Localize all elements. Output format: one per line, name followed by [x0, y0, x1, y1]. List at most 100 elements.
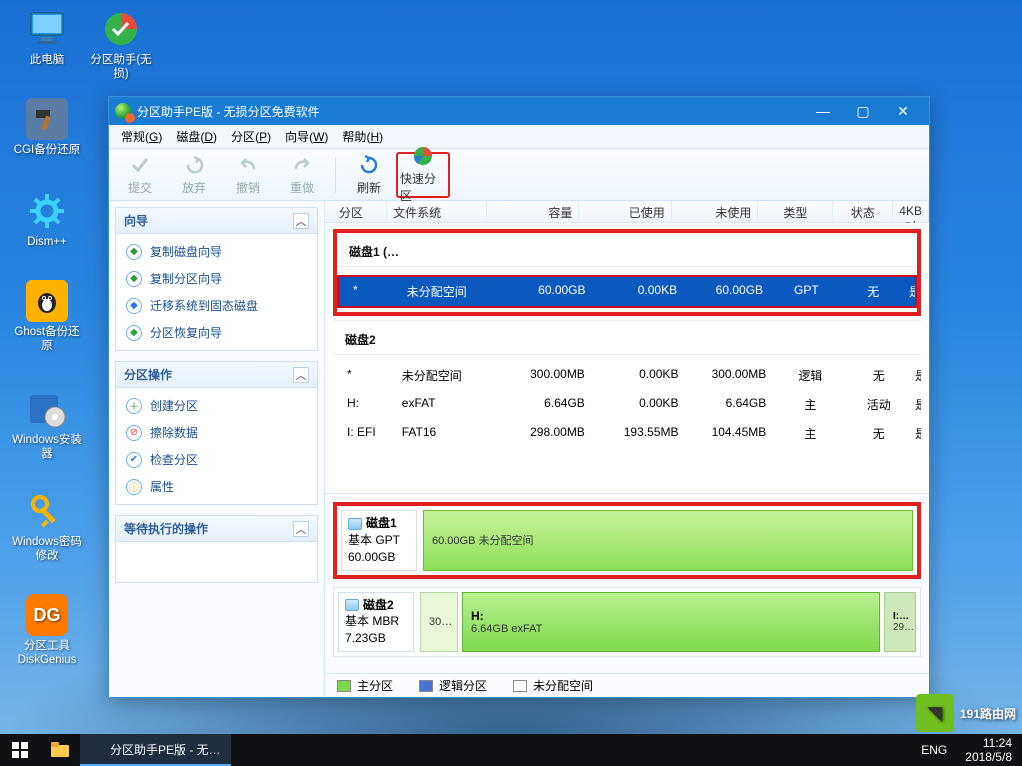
- partition-table-header: 分区 文件系统 容量 已使用 未使用 类型 状态 4KB对齐: [325, 201, 929, 223]
- start-button[interactable]: [0, 734, 40, 766]
- wizard-copy-partition[interactable]: ◆复制分区向导: [116, 265, 317, 292]
- menu-disk[interactable]: 磁盘(D): [170, 126, 223, 147]
- refresh-icon: [358, 154, 380, 176]
- pie-icon: [412, 145, 434, 167]
- col-capacity[interactable]: 容量: [487, 201, 579, 222]
- col-status[interactable]: 状态: [833, 201, 893, 222]
- disk1-group: 磁盘1 (… * 未分配空间 60.00GB 0.00KB 60.00GB GP…: [333, 229, 921, 316]
- taskbar: 分区助手PE版 - 无… ENG 11:24 2018/5/8: [0, 734, 1022, 766]
- ops-panel-header[interactable]: 分区操作︿: [116, 362, 317, 388]
- menu-general[interactable]: 常规(G): [115, 126, 168, 147]
- close-button[interactable]: ✕: [883, 99, 923, 123]
- hammer-icon: [26, 98, 68, 140]
- check-icon: [129, 154, 151, 176]
- pending-panel-header[interactable]: 等待执行的操作︿: [116, 516, 317, 542]
- shield-icon: ◆: [126, 298, 142, 314]
- disk-icon: [348, 518, 362, 530]
- wizard-migrate-ssd[interactable]: ◆迁移系统到固态磁盘: [116, 292, 317, 319]
- wizard-recover[interactable]: ◆分区恢复向导: [116, 319, 317, 346]
- shield-icon: ◆: [126, 244, 142, 260]
- window-title: 分区助手PE版 - 无损分区免费软件: [137, 103, 803, 120]
- disk2-group: 磁盘2 *未分配空间300.00MB0.00KB300.00MB逻辑无是 H:e…: [333, 320, 921, 448]
- wizard-panel-header[interactable]: 向导︿: [116, 208, 317, 234]
- col-partition[interactable]: 分区: [325, 201, 387, 222]
- op-wipe-data[interactable]: ⊘擦除数据: [116, 419, 317, 446]
- pie-check-icon: [100, 8, 142, 50]
- wizard-copy-disk[interactable]: ◆复制磁盘向导: [116, 238, 317, 265]
- tray-lang[interactable]: ENG: [913, 734, 955, 766]
- quick-partition-button[interactable]: 快速分区: [396, 152, 450, 198]
- commit-button[interactable]: 提交: [113, 152, 167, 198]
- chevron-up-icon[interactable]: ︿: [293, 213, 309, 229]
- menubar: 常规(G) 磁盘(D) 分区(P) 向导(W) 帮助(H): [109, 125, 929, 149]
- label: 分区助手(无损): [86, 54, 156, 82]
- plus-icon: ＋: [126, 398, 142, 414]
- undo-icon: [237, 154, 259, 176]
- desktop-icon-partition-assist[interactable]: 分区助手(无损): [86, 8, 156, 82]
- desktop-icon-win-password[interactable]: Windows密码修改: [12, 490, 82, 564]
- table-row[interactable]: H:exFAT6.64GB0.00KB6.64GB主活动是: [333, 390, 921, 419]
- op-create-partition[interactable]: ＋创建分区: [116, 392, 317, 419]
- disk2-header[interactable]: 磁盘2: [333, 320, 921, 355]
- shield-icon: ◆: [126, 325, 142, 341]
- disk1-header[interactable]: 磁盘1 (…: [337, 233, 917, 267]
- main-area: 分区 文件系统 容量 已使用 未使用 类型 状态 4KB对齐 磁盘1 (… * …: [325, 201, 929, 697]
- desktop-icon-this-pc[interactable]: 此电脑: [12, 8, 82, 68]
- menu-wizard[interactable]: 向导(W): [279, 126, 334, 147]
- disk1-seg-unallocated[interactable]: 60.00GB 未分配空间: [423, 510, 913, 570]
- ops-panel: 分区操作︿ ＋创建分区 ⊘擦除数据 ✔检查分区 ⓘ属性: [115, 361, 318, 505]
- label: 此电脑: [12, 54, 82, 68]
- sidebar: 向导︿ ◆复制磁盘向导 ◆复制分区向导 ◆迁移系统到固态磁盘 ◆分区恢复向导 分…: [109, 201, 325, 697]
- disk1-row-selected[interactable]: * 未分配空间 60.00GB 0.00KB 60.00GB GPT 无 是: [337, 275, 917, 308]
- undo-button[interactable]: 撤销: [221, 152, 275, 198]
- watermark: ◥ 191路由网: [916, 694, 1016, 732]
- desktop-icon-dism[interactable]: Dism++: [12, 190, 82, 250]
- chevron-up-icon[interactable]: ︿: [293, 521, 309, 537]
- legend-logical: 逻辑分区: [419, 677, 487, 694]
- refresh-button[interactable]: 刷新: [342, 152, 396, 198]
- minimize-button[interactable]: —: [803, 99, 843, 123]
- desktop-icon-win-installer[interactable]: Windows安装器: [12, 388, 82, 462]
- col-used[interactable]: 已使用: [579, 201, 671, 222]
- maximize-button[interactable]: ▢: [843, 99, 883, 123]
- table-row[interactable]: I: EFIFAT16298.00MB193.55MB104.45MB主无是: [333, 419, 921, 448]
- app-icon: [90, 742, 104, 756]
- op-check-partition[interactable]: ✔检查分区: [116, 446, 317, 473]
- disk1-map[interactable]: 磁盘1 基本 GPT 60.00GB 60.00GB 未分配空间: [333, 502, 921, 578]
- legend-free: 未分配空间: [513, 677, 593, 694]
- toolbar: 提交 放弃 撤销 重做 刷新 快速分区: [109, 149, 929, 201]
- col-type[interactable]: 类型: [758, 201, 833, 222]
- col-free[interactable]: 未使用: [672, 201, 759, 222]
- disk2-seg-unalloc[interactable]: 30…: [420, 592, 458, 652]
- desktop-icon-ghost[interactable]: Ghost备份还原: [12, 280, 82, 354]
- tray-clock[interactable]: 11:24 2018/5/8: [955, 736, 1022, 765]
- label: Ghost备份还原: [12, 326, 82, 354]
- taskbar-explorer[interactable]: [40, 734, 80, 766]
- check-icon: ✔: [126, 452, 142, 468]
- chevron-up-icon[interactable]: ︿: [293, 367, 309, 383]
- menu-partition[interactable]: 分区(P): [225, 126, 277, 147]
- separator: [335, 157, 336, 193]
- col-align[interactable]: 4KB对齐: [893, 201, 929, 222]
- penguin-icon: [26, 280, 68, 322]
- taskbar-app[interactable]: 分区助手PE版 - 无…: [80, 734, 231, 766]
- op-properties[interactable]: ⓘ属性: [116, 473, 317, 500]
- menu-help[interactable]: 帮助(H): [336, 126, 389, 147]
- disk2-map[interactable]: 磁盘2 基本 MBR 7.23GB 30… H:6.64GB exFAT I:……: [333, 587, 921, 657]
- desktop-icon-cgi-backup[interactable]: CGI备份还原: [12, 98, 82, 158]
- undo-arrow-icon: [183, 154, 205, 176]
- info-icon: ⓘ: [126, 479, 142, 495]
- watermark-logo: ◥: [916, 694, 954, 732]
- titlebar[interactable]: 分区助手PE版 - 无损分区免费软件 — ▢ ✕: [109, 97, 929, 125]
- table-row[interactable]: *未分配空间300.00MB0.00KB300.00MB逻辑无是: [333, 361, 921, 390]
- label: 分区工具DiskGenius: [12, 640, 82, 668]
- redo-button[interactable]: 重做: [275, 152, 329, 198]
- disk2-info: 磁盘2 基本 MBR 7.23GB: [338, 592, 414, 652]
- disk2-seg-i[interactable]: I:…29…: [884, 592, 916, 652]
- desktop-icon-diskgenius[interactable]: DG 分区工具DiskGenius: [12, 594, 82, 668]
- discard-button[interactable]: 放弃: [167, 152, 221, 198]
- col-filesystem[interactable]: 文件系统: [387, 201, 487, 222]
- key-icon: [26, 490, 68, 532]
- disk-map: 磁盘1 基本 GPT 60.00GB 60.00GB 未分配空间 磁盘2 基本 …: [325, 493, 929, 673]
- disk2-seg-h[interactable]: H:6.64GB exFAT: [462, 592, 880, 652]
